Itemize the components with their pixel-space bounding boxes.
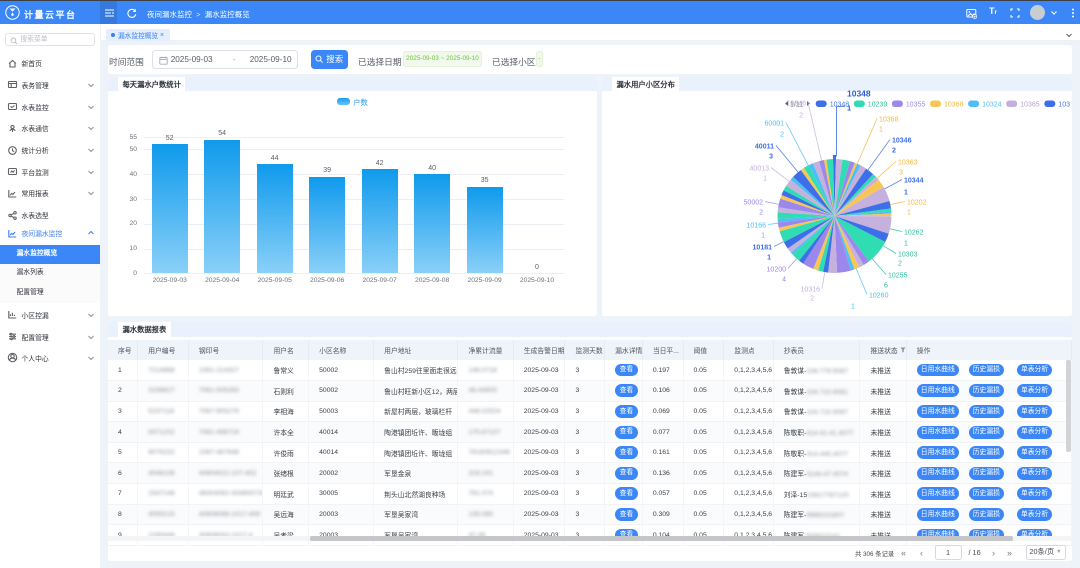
- svg-text:1: 1: [904, 240, 908, 247]
- svg-text:10260: 10260: [869, 292, 889, 299]
- svg-text:10200: 10200: [767, 266, 787, 273]
- svg-text:1: 1: [763, 175, 767, 182]
- svg-text:1: 1: [879, 126, 883, 133]
- svg-text:10363: 10363: [898, 159, 918, 166]
- svg-text:10346: 10346: [892, 137, 912, 144]
- svg-text:103: 103: [1058, 101, 1070, 108]
- svg-text:2: 2: [759, 209, 763, 216]
- svg-text:4: 4: [782, 276, 786, 283]
- svg-text:2: 2: [780, 131, 784, 138]
- svg-text:10348: 10348: [847, 88, 871, 98]
- svg-text:60001: 60001: [765, 120, 785, 127]
- svg-text:10262: 10262: [904, 229, 924, 236]
- svg-text:10355: 10355: [906, 101, 926, 108]
- svg-text:10202: 10202: [907, 199, 927, 206]
- svg-text:2: 2: [898, 260, 902, 267]
- svg-text:6: 6: [884, 282, 888, 289]
- svg-text:10181: 10181: [753, 244, 773, 251]
- svg-text:2: 2: [892, 147, 896, 154]
- svg-text:1: 1: [851, 303, 855, 310]
- svg-text:50002: 50002: [744, 199, 764, 206]
- svg-text:3: 3: [899, 169, 903, 176]
- svg-text:40011: 40011: [755, 143, 774, 150]
- svg-text:10346: 10346: [787, 100, 807, 107]
- svg-text:10166: 10166: [747, 222, 767, 229]
- svg-text:1: 1: [847, 103, 851, 112]
- svg-text:1: 1: [761, 232, 765, 239]
- svg-text:10324: 10324: [982, 101, 1002, 108]
- svg-text:1: 1: [907, 209, 911, 216]
- svg-text:3: 3: [769, 153, 773, 160]
- svg-text:2: 2: [810, 295, 814, 302]
- svg-text:10368: 10368: [944, 101, 964, 108]
- svg-text:10365: 10365: [1020, 101, 1040, 108]
- svg-text:10316: 10316: [801, 286, 821, 293]
- svg-text:1: 1: [904, 189, 908, 196]
- svg-text:10303: 10303: [898, 251, 918, 258]
- svg-text:2: 2: [799, 112, 803, 119]
- svg-text:1: 1: [767, 254, 771, 261]
- svg-text:10239: 10239: [868, 101, 888, 108]
- svg-text:10368: 10368: [879, 116, 899, 123]
- svg-text:40013: 40013: [750, 165, 770, 172]
- svg-text:10344: 10344: [904, 177, 924, 184]
- svg-text:10255: 10255: [888, 272, 908, 279]
